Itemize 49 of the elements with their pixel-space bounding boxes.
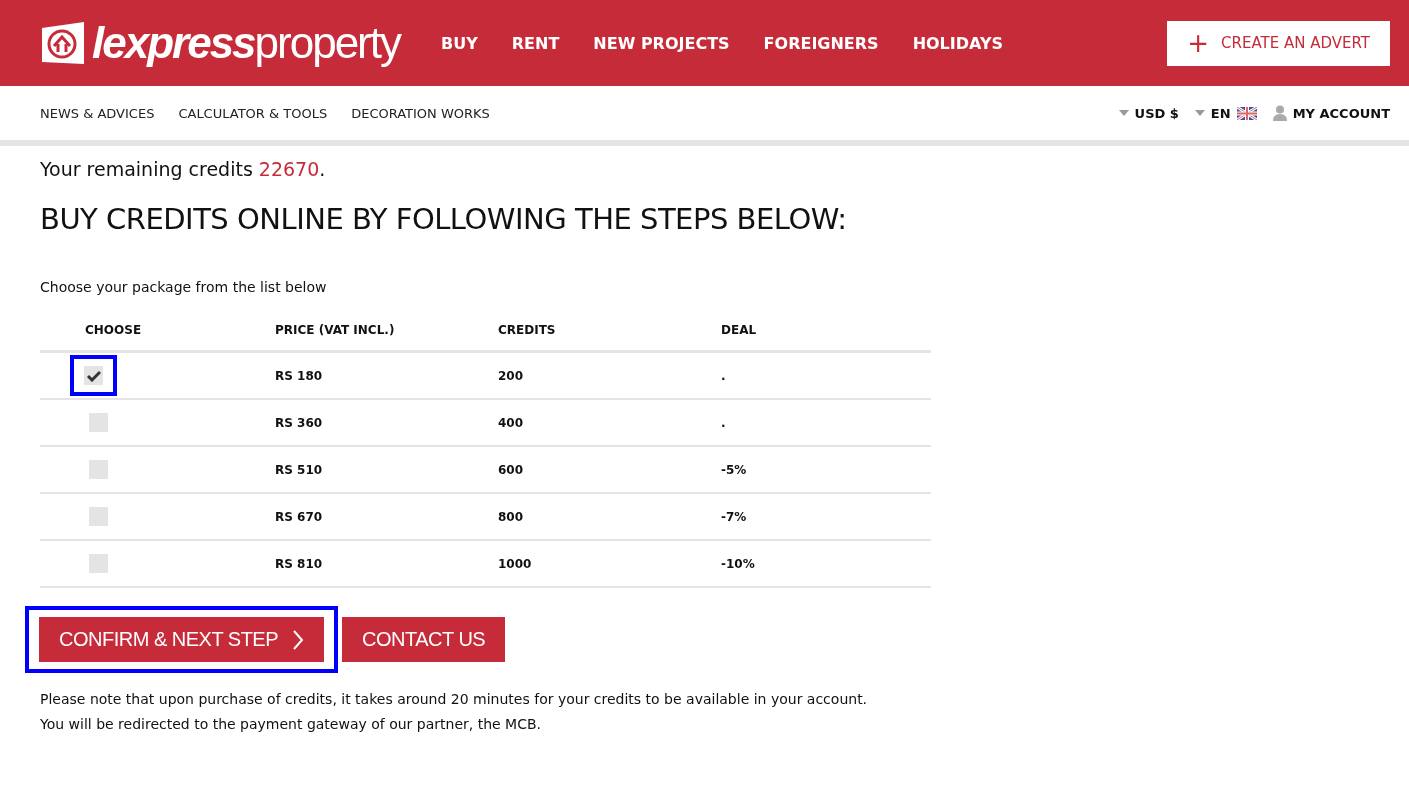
credits-cell-text: 800 <box>498 509 525 524</box>
credits-cell-text: 400 <box>498 415 525 430</box>
nav-link[interactable]: HOLIDAYS <box>912 33 1003 53</box>
remaining-credits: Your remaining credits 22670. <box>40 158 327 180</box>
price-cell-text: RS 510 <box>275 462 324 477</box>
package-checkbox[interactable] <box>89 460 108 479</box>
confirm-button[interactable]: CONFIRM & NEXT STEP <box>39 617 325 662</box>
intro-text: Choose your package from the list below <box>40 279 328 295</box>
subnav-link[interactable]: DECORATION WORKS <box>351 105 490 121</box>
package-checkbox[interactable] <box>84 366 103 385</box>
package-checkbox[interactable] <box>89 413 108 432</box>
nav-link[interactable]: NEW PROJECTS <box>593 33 730 53</box>
subnav-link[interactable]: NEWS & ADVICES <box>40 105 155 121</box>
deal-cell-text: -5% <box>721 462 748 477</box>
column-header: DEAL <box>721 323 758 337</box>
credits-cell-text: 600 <box>498 462 525 477</box>
subnav-link[interactable]: CALCULATOR & TOOLS <box>178 105 328 121</box>
column-header: CREDITS <box>498 323 557 337</box>
nav-link[interactable]: FOREIGNERS <box>763 33 879 53</box>
nav-link[interactable]: BUY <box>441 33 478 53</box>
currency-dropdown[interactable]: USD $ <box>1118 105 1179 121</box>
check-icon <box>86 369 101 382</box>
user-icon <box>1272 105 1287 121</box>
logo-text[interactable]: lexpressproperty <box>92 18 400 68</box>
column-header: CHOOSE <box>84 323 143 337</box>
contact-button[interactable]: CONTACT US <box>342 617 506 662</box>
nav-link[interactable]: RENT <box>511 33 560 53</box>
deal-cell-text: -7% <box>721 509 748 524</box>
price-cell-text: RS 360 <box>275 415 324 430</box>
language-dropdown[interactable]: EN <box>1194 105 1257 121</box>
deal-cell-text: . <box>721 368 727 383</box>
credits-cell-text: 200 <box>498 368 525 383</box>
flag-icon <box>1236 106 1257 120</box>
price-cell-text: RS 810 <box>275 556 324 571</box>
deal-cell-text: -10% <box>721 556 756 571</box>
logo-icon <box>40 20 86 66</box>
account-link[interactable]: MY ACCOUNT <box>1272 105 1390 121</box>
chevron-right-icon <box>292 628 305 651</box>
credits-cell-text: 1000 <box>498 556 533 571</box>
create-advert-button[interactable]: + CREATE AN ADVERT <box>1167 20 1390 66</box>
deal-cell-text: . <box>721 415 727 430</box>
package-checkbox[interactable] <box>89 554 108 573</box>
note-text: Please note that upon purchase of credits, it takes around 20 minutes for your credits to be available in your account. <box>40 690 869 709</box>
column-header: PRICE (VAT INCL.) <box>275 323 396 337</box>
page-heading: BUY CREDITS ONLINE BY FOLLOWING THE STEPS BELOW: <box>40 202 848 236</box>
note-text: You will be redirected to the payment gateway of our partner, the MCB. <box>40 715 542 734</box>
price-cell-text: RS 180 <box>275 368 324 383</box>
package-checkbox[interactable] <box>89 507 108 526</box>
price-cell-text: RS 670 <box>275 509 324 524</box>
